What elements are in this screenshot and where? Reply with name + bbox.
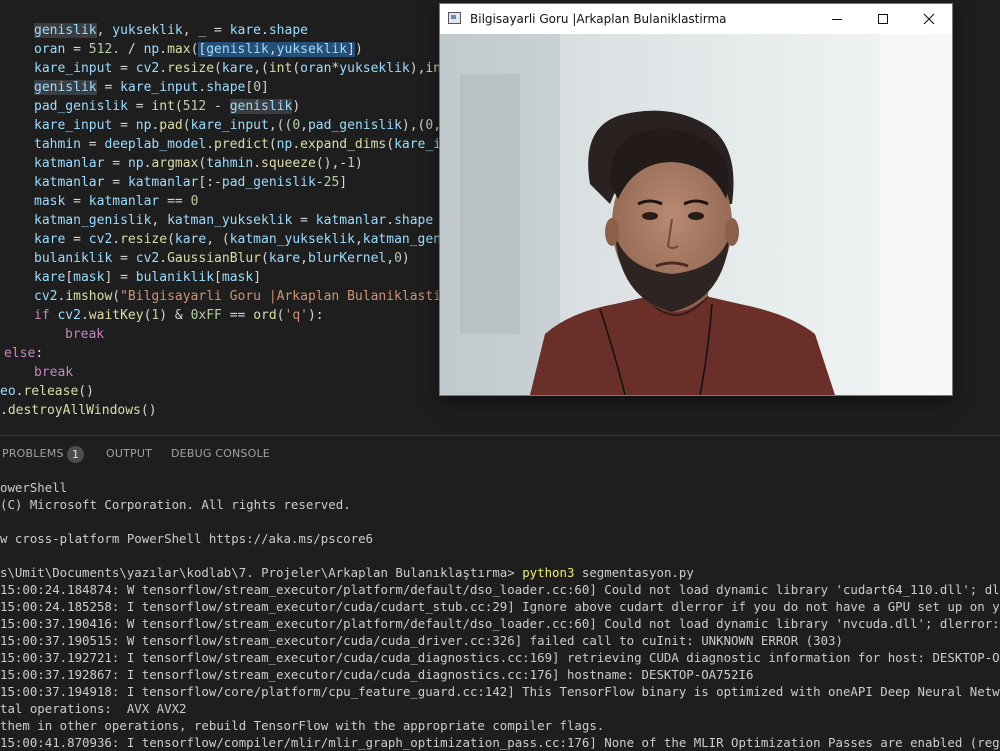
terminal-line: 15:00:37.192867: I tensorflow/stream_exe… bbox=[0, 667, 754, 682]
code-line: break bbox=[34, 365, 74, 380]
terminal-command: python3 bbox=[522, 565, 575, 580]
camera-feed bbox=[440, 34, 952, 395]
terminal-prompt: s\Umit\Documents\yazılar\kodlab\7. Proje… bbox=[0, 565, 515, 580]
tab-debug-console[interactable]: DEBUG CONSOLE bbox=[171, 447, 270, 460]
terminal-line: 15:00:24.185258: I tensorflow/stream_exe… bbox=[0, 599, 1000, 614]
terminal-line: 15:00:37.190515: W tensorflow/stream_exe… bbox=[0, 633, 843, 648]
tab-problems[interactable]: PROBLEMS bbox=[2, 447, 64, 460]
close-button[interactable] bbox=[906, 4, 952, 34]
code-line: tahmin = deeplab_model.predict(np.expand… bbox=[34, 137, 449, 152]
maximize-icon bbox=[878, 14, 888, 24]
tab-output[interactable]: OUTPUT bbox=[106, 447, 152, 460]
maximize-button[interactable] bbox=[860, 4, 906, 34]
terminal-line: 15:00:37.190416: W tensorflow/stream_exe… bbox=[0, 616, 1000, 631]
terminal-line: 15:00:37.192721: I tensorflow/stream_exe… bbox=[0, 650, 1000, 665]
code-line: cv2.imshow("Bilgisayarli Goru |Arkaplan … bbox=[34, 289, 449, 304]
code-line: break bbox=[65, 327, 105, 342]
code-line: .destroyAllWindows() bbox=[0, 403, 157, 418]
code-line: kare_input = np.pad(kare_input,((0,pad_g… bbox=[34, 118, 449, 133]
code-line: if cv2.waitKey(1) & 0xFF == ord('q'): bbox=[34, 308, 324, 323]
terminal-line: tal operations: AVX AVX2 bbox=[0, 701, 187, 716]
code-line: mask = katmanlar == 0 bbox=[34, 194, 199, 209]
code-line: kare[mask] = bulaniklik[mask] bbox=[34, 270, 262, 285]
code-line: genislik = kare_input.shape[0] bbox=[34, 80, 269, 95]
terminal-prompt-line: s\Umit\Documents\yazılar\kodlab\7. Proje… bbox=[0, 564, 694, 581]
bottom-panel: PROBLEMS 1 OUTPUT DEBUG CONSOLE owerShel… bbox=[0, 435, 1000, 751]
terminal-line: (C) Microsoft Corporation. All rights re… bbox=[0, 497, 351, 512]
code-line: katmanlar = katmanlar[:-pad_genislik-25] bbox=[34, 175, 348, 190]
code-line: kare_input = cv2.resize(kare,(int(oran*y… bbox=[34, 61, 449, 76]
code-line: else: bbox=[4, 346, 44, 361]
terminal-line: w cross-platform PowerShell https://aka.… bbox=[0, 531, 373, 546]
minimize-icon bbox=[832, 19, 842, 20]
code-line: oran = 512. / np.max([genislik,yukseklik… bbox=[34, 42, 363, 57]
terminal-line: 15:00:24.184874: W tensorflow/stream_exe… bbox=[0, 582, 1000, 597]
code-line: genislik, yukseklik, _ = kare.shape bbox=[34, 23, 308, 38]
camera-window[interactable]: Bilgisayarli Goru |Arkaplan Bulaniklasti… bbox=[440, 4, 952, 395]
minimize-button[interactable] bbox=[814, 4, 860, 34]
webcam-frame-image bbox=[440, 34, 952, 395]
window-app-icon bbox=[448, 12, 461, 24]
close-icon bbox=[923, 13, 935, 25]
terminal-line: 15:00:37.194918: I tensorflow/core/platf… bbox=[0, 684, 1000, 699]
code-line: kare = cv2.resize(kare, (katman_yuksekli… bbox=[34, 232, 449, 247]
code-line: katmanlar = np.argmax(tahmin.squeeze(),-… bbox=[34, 156, 363, 171]
code-line: pad_genislik = int(512 - genislik) bbox=[34, 99, 301, 114]
terminal-line: 15:00:41.870936: I tensorflow/compiler/m… bbox=[0, 735, 1000, 750]
code-line: bulaniklik = cv2.GaussianBlur(kare,blurK… bbox=[34, 251, 410, 266]
terminal-command-arg: segmentasyon.py bbox=[574, 565, 694, 580]
terminal-line: owerShell bbox=[0, 480, 68, 495]
window-titlebar[interactable]: Bilgisayarli Goru |Arkaplan Bulaniklasti… bbox=[440, 4, 952, 34]
panel-tabs: PROBLEMS 1 OUTPUT DEBUG CONSOLE bbox=[0, 436, 1000, 473]
terminal-line: them in other operations, rebuild Tensor… bbox=[0, 718, 605, 733]
window-title: Bilgisayarli Goru |Arkaplan Bulaniklasti… bbox=[470, 12, 727, 26]
code-line: eo.release() bbox=[0, 384, 94, 399]
problems-count-badge: 1 bbox=[67, 446, 84, 463]
code-line: katman_genislik, katman_yukseklik = katm… bbox=[34, 213, 434, 228]
